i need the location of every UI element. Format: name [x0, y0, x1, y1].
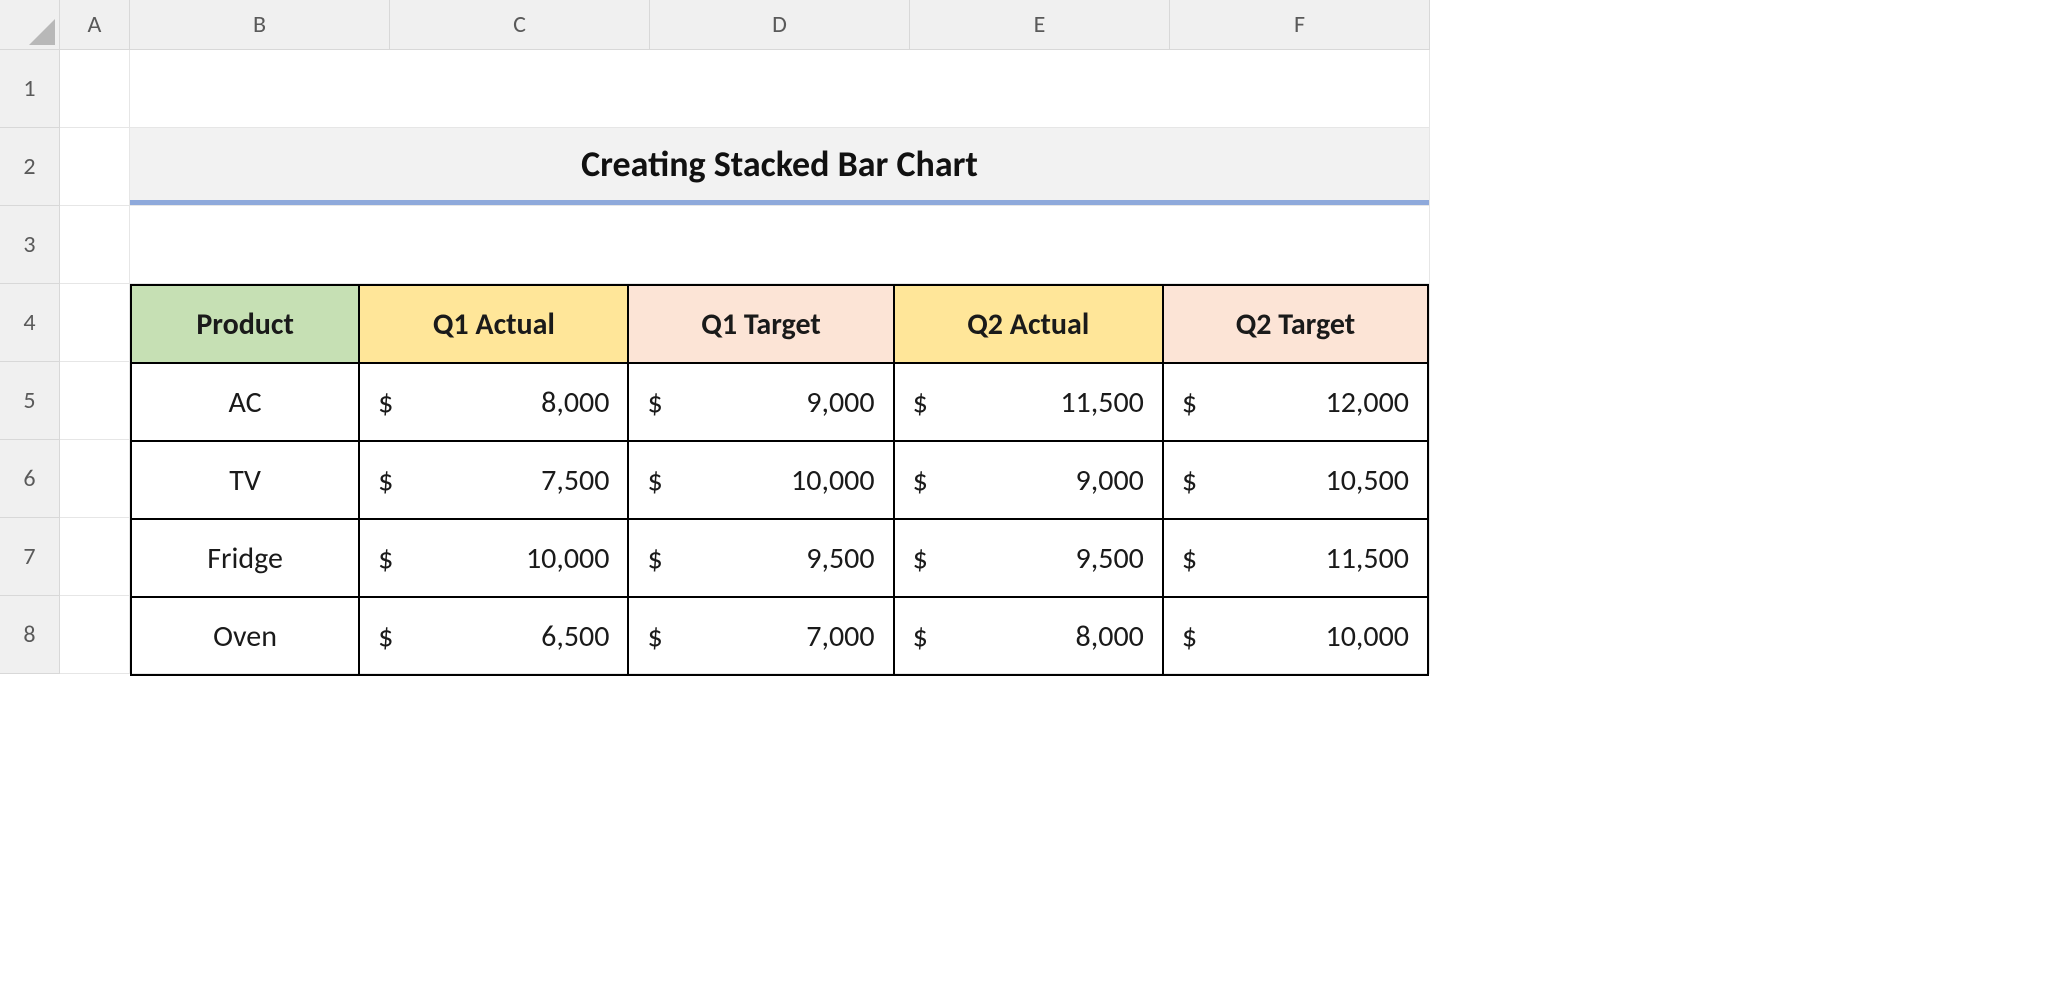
currency-sign: $ — [378, 384, 393, 421]
cell-q1-target[interactable]: $9,500 — [628, 519, 893, 597]
currency-sign: $ — [1182, 618, 1197, 655]
header-q2-actual[interactable]: Q2 Actual — [894, 285, 1163, 363]
select-all-corner[interactable] — [0, 0, 60, 50]
data-table: Product Q1 Actual Q1 Target Q2 Actual Q2… — [130, 284, 1429, 676]
header-q2-target[interactable]: Q2 Target — [1163, 285, 1428, 363]
value: 11,500 — [1060, 384, 1144, 421]
currency-sign: $ — [913, 462, 928, 499]
table-row: AC $8,000 $9,000 $11,500 $12,000 — [131, 363, 1428, 441]
value: 9,000 — [806, 384, 874, 421]
row-header-6[interactable]: 6 — [0, 440, 60, 518]
table-row: Fridge $10,000 $9,500 $9,500 $11,500 — [131, 519, 1428, 597]
row-header-2[interactable]: 2 — [0, 128, 60, 206]
cell-product[interactable]: Fridge — [131, 519, 359, 597]
currency-sign: $ — [913, 540, 928, 577]
cell-q2-actual[interactable]: $9,000 — [894, 441, 1163, 519]
currency-sign: $ — [913, 384, 928, 421]
data-table-region: Product Q1 Actual Q1 Target Q2 Actual Q2… — [130, 284, 1430, 674]
currency-sign: $ — [378, 462, 393, 499]
cell-A5[interactable] — [60, 362, 130, 440]
cell-q2-actual[interactable]: $11,500 — [894, 363, 1163, 441]
value: 8,000 — [1076, 618, 1144, 655]
value: 9,500 — [806, 540, 874, 577]
cell-q1-actual[interactable]: $6,500 — [359, 597, 628, 675]
cell-q2-target[interactable]: $11,500 — [1163, 519, 1428, 597]
spreadsheet-grid: A B C D E F 1 2 Creating Stacked Bar Cha… — [0, 0, 1700, 674]
cell-A7[interactable] — [60, 518, 130, 596]
value: 7,000 — [806, 618, 874, 655]
cell-product[interactable]: Oven — [131, 597, 359, 675]
value: 10,500 — [1325, 462, 1409, 499]
cell-q2-actual[interactable]: $9,500 — [894, 519, 1163, 597]
col-header-F[interactable]: F — [1170, 0, 1430, 50]
currency-sign: $ — [378, 618, 393, 655]
cell-product[interactable]: TV — [131, 441, 359, 519]
row-header-3[interactable]: 3 — [0, 206, 60, 284]
value: 10,000 — [526, 540, 610, 577]
row-header-8[interactable]: 8 — [0, 596, 60, 674]
cell-q1-actual[interactable]: $7,500 — [359, 441, 628, 519]
cell-A1[interactable] — [60, 50, 130, 128]
header-product[interactable]: Product — [131, 285, 359, 363]
col-header-D[interactable]: D — [650, 0, 910, 50]
cell-q2-actual[interactable]: $8,000 — [894, 597, 1163, 675]
page-title: Creating Stacked Bar Chart — [130, 128, 1429, 205]
title-merged-cell[interactable]: Creating Stacked Bar Chart — [130, 128, 1430, 206]
cell-A8[interactable] — [60, 596, 130, 674]
table-header-row: Product Q1 Actual Q1 Target Q2 Actual Q2… — [131, 285, 1428, 363]
col-header-E[interactable]: E — [910, 0, 1170, 50]
cell-A4[interactable] — [60, 284, 130, 362]
cell-q1-target[interactable]: $9,000 — [628, 363, 893, 441]
row-header-7[interactable]: 7 — [0, 518, 60, 596]
table-row: Oven $6,500 $7,000 $8,000 $10,000 — [131, 597, 1428, 675]
currency-sign: $ — [1182, 540, 1197, 577]
currency-sign: $ — [1182, 384, 1197, 421]
header-q1-actual[interactable]: Q1 Actual — [359, 285, 628, 363]
value: 8,000 — [541, 384, 609, 421]
value: 12,000 — [1325, 384, 1409, 421]
value: 9,000 — [1076, 462, 1144, 499]
header-q1-target[interactable]: Q1 Target — [628, 285, 893, 363]
col-header-B[interactable]: B — [130, 0, 390, 50]
value: 10,000 — [1325, 618, 1409, 655]
value: 10,000 — [791, 462, 875, 499]
cell-q2-target[interactable]: $12,000 — [1163, 363, 1428, 441]
col-header-A[interactable]: A — [60, 0, 130, 50]
col-header-C[interactable]: C — [390, 0, 650, 50]
cell-product[interactable]: AC — [131, 363, 359, 441]
cell-B1-F1[interactable] — [130, 50, 1430, 128]
currency-sign: $ — [913, 618, 928, 655]
row-header-1[interactable]: 1 — [0, 50, 60, 128]
cell-A2[interactable] — [60, 128, 130, 206]
cell-B3-F3[interactable] — [130, 206, 1430, 284]
currency-sign: $ — [647, 618, 662, 655]
cell-A3[interactable] — [60, 206, 130, 284]
value: 6,500 — [541, 618, 609, 655]
cell-q1-actual[interactable]: $10,000 — [359, 519, 628, 597]
row-header-4[interactable]: 4 — [0, 284, 60, 362]
currency-sign: $ — [647, 540, 662, 577]
cell-q1-target[interactable]: $7,000 — [628, 597, 893, 675]
currency-sign: $ — [378, 540, 393, 577]
cell-q1-actual[interactable]: $8,000 — [359, 363, 628, 441]
value: 7,500 — [541, 462, 609, 499]
currency-sign: $ — [647, 462, 662, 499]
value: 9,500 — [1076, 540, 1144, 577]
value: 11,500 — [1325, 540, 1409, 577]
currency-sign: $ — [1182, 462, 1197, 499]
cell-A6[interactable] — [60, 440, 130, 518]
currency-sign: $ — [647, 384, 662, 421]
table-row: TV $7,500 $10,000 $9,000 $10,500 — [131, 441, 1428, 519]
cell-q1-target[interactable]: $10,000 — [628, 441, 893, 519]
cell-q2-target[interactable]: $10,500 — [1163, 441, 1428, 519]
cell-q2-target[interactable]: $10,000 — [1163, 597, 1428, 675]
row-header-5[interactable]: 5 — [0, 362, 60, 440]
